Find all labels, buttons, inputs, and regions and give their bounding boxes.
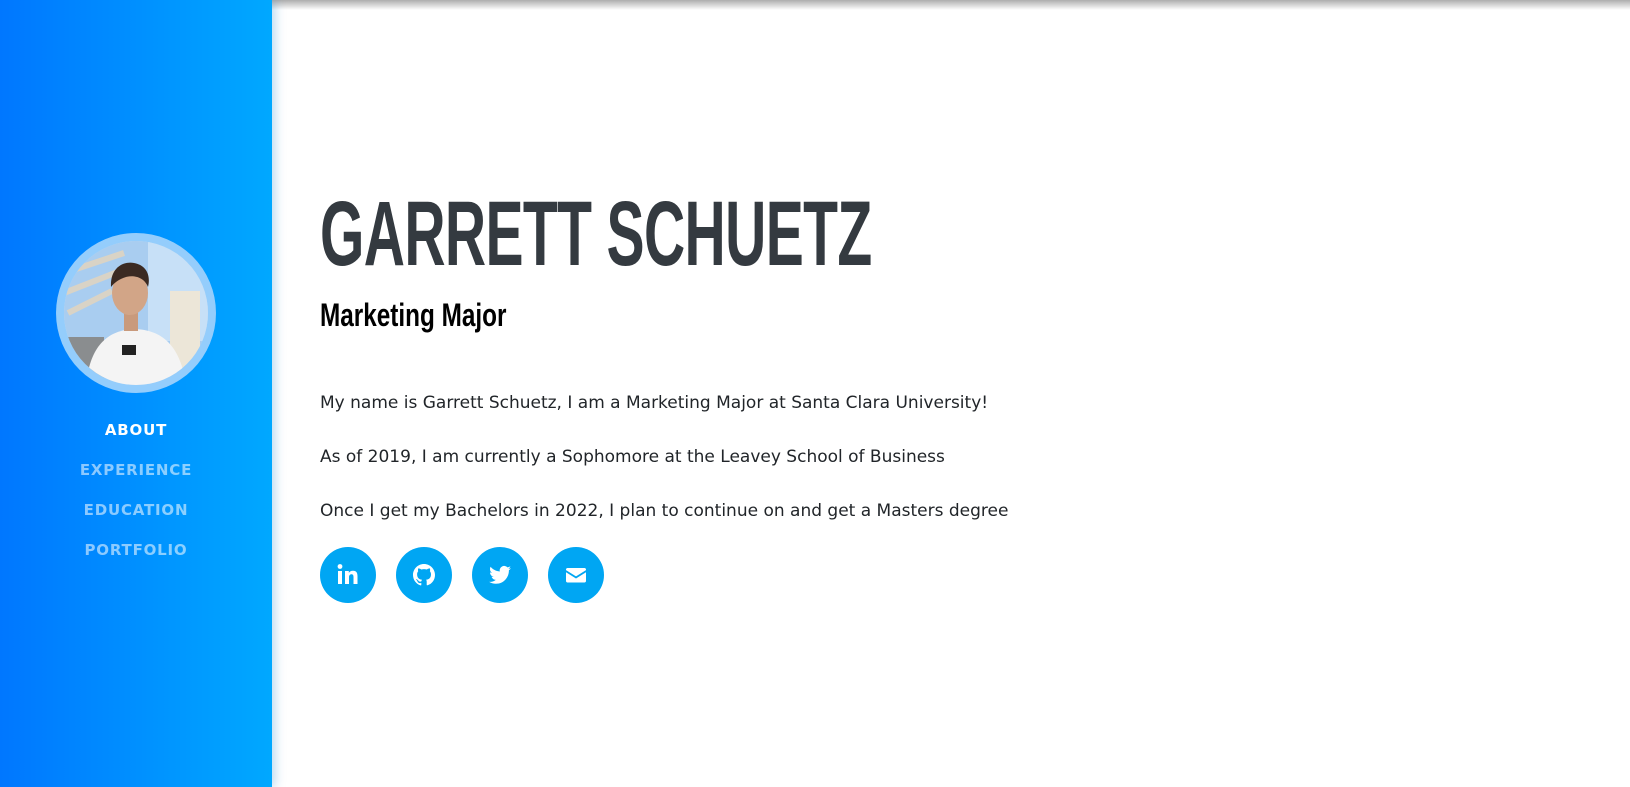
about-paragraph: Once I get my Bachelors in 2022, I plan … [320, 501, 1009, 521]
github-icon [413, 564, 435, 586]
nav-menu: ABOUT EXPERIENCE EDUCATION PORTFOLIO [0, 414, 272, 574]
page-title: GARRETT SCHUETZ [320, 183, 872, 285]
email-button[interactable] [548, 547, 604, 603]
social-links [320, 547, 624, 603]
linkedin-icon [337, 564, 358, 584]
twitter-button[interactable] [472, 547, 528, 603]
avatar [56, 233, 216, 393]
top-shadow [272, 0, 1630, 10]
nav-item-about[interactable]: ABOUT [0, 414, 272, 454]
twitter-icon [489, 565, 511, 584]
about-paragraph: As of 2019, I am currently a Sophomore a… [320, 447, 945, 467]
envelope-icon [566, 568, 586, 583]
linkedin-button[interactable] [320, 547, 376, 603]
nav-item-education[interactable]: EDUCATION [0, 494, 272, 534]
about-paragraph: My name is Garrett Schuetz, I am a Marke… [320, 393, 989, 413]
github-button[interactable] [396, 547, 452, 603]
sidebar: ABOUT EXPERIENCE EDUCATION PORTFOLIO [0, 0, 272, 787]
subtitle: Marketing Major [320, 297, 507, 333]
profile-photo [64, 241, 208, 385]
nav-item-portfolio[interactable]: PORTFOLIO [0, 534, 272, 574]
nav-item-experience[interactable]: EXPERIENCE [0, 454, 272, 494]
